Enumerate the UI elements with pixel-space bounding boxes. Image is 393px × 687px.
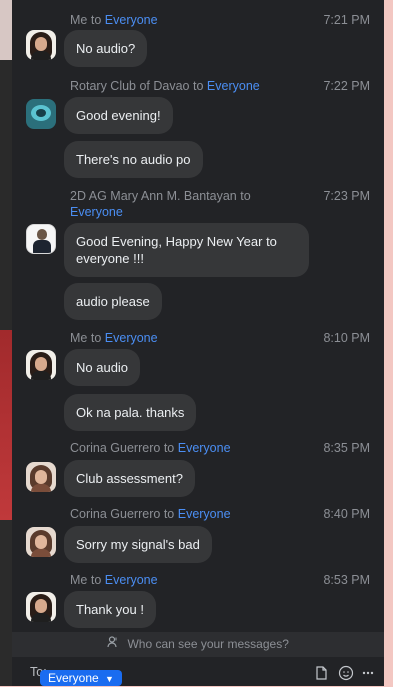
message-list[interactable]: Me to Everyone 7:21 PM No audio? Rotary … [12, 0, 384, 632]
chevron-down-icon: ▼ [105, 674, 114, 684]
sender-name: Me [70, 573, 88, 587]
user-privacy-icon [107, 632, 119, 657]
message-bubble[interactable]: No audio? [64, 30, 148, 67]
background-edge [384, 0, 393, 686]
message-bubble[interactable]: No audio [64, 349, 141, 386]
timestamp: 7:22 PM [323, 79, 370, 93]
recipient-select[interactable]: Everyone ▼ [40, 670, 122, 686]
sender-name: Corina Guerrero [70, 507, 161, 521]
message-header: 2D AG Mary Ann M. Bantayan to Everyone [70, 188, 310, 220]
corina-avatar-icon [26, 462, 56, 492]
to-word: to [90, 331, 102, 345]
message-bubble[interactable]: Club assessment? [64, 460, 195, 497]
privacy-info-bar[interactable]: Who can see your messages? [12, 632, 384, 657]
user-avatar-icon [26, 592, 56, 622]
timestamp: 8:10 PM [323, 331, 370, 345]
message-bubble[interactable]: There's no audio po [64, 141, 203, 178]
to-word: to [163, 441, 175, 455]
message-header: Rotary Club of Davao to Everyone [70, 78, 310, 94]
message-header: Corina Guerrero to Everyone [70, 506, 310, 522]
user-avatar-icon [26, 30, 56, 60]
chat-panel: Me to Everyone 7:21 PM No audio? Rotary … [12, 0, 384, 686]
message-header: Me to Everyone [70, 330, 310, 346]
recipient-link[interactable]: Everyone [105, 331, 158, 345]
message-header: Me to Everyone [70, 12, 310, 28]
message-bubble[interactable]: Sorry my signal's bad [64, 526, 212, 563]
more-icon[interactable] [360, 665, 376, 681]
timestamp: 8:35 PM [323, 441, 370, 455]
mary-ann-avatar-icon [26, 224, 56, 254]
message-bubble[interactable]: Good Evening, Happy New Year to everyone… [64, 223, 309, 277]
recipient-link[interactable]: Everyone [105, 13, 158, 27]
message-bubble[interactable]: Good evening! [64, 97, 173, 134]
recipient-link[interactable]: Everyone [178, 441, 231, 455]
recipient-link[interactable]: Everyone [178, 507, 231, 521]
to-word: to [240, 189, 251, 203]
timestamp: 8:53 PM [323, 573, 370, 587]
message-bubble[interactable]: Ok na pala. thanks [64, 394, 197, 431]
user-avatar-icon [26, 350, 56, 380]
recipient-link[interactable]: Everyone [105, 573, 158, 587]
to-word: to [90, 13, 102, 27]
sender-name: Corina Guerrero [70, 441, 161, 455]
timestamp: 7:21 PM [323, 13, 370, 27]
timestamp: 7:23 PM [323, 189, 370, 203]
rotary-club-avatar-icon [26, 99, 56, 129]
corina-avatar-icon [26, 527, 56, 557]
message-header: Me to Everyone [70, 572, 310, 588]
message-bubble[interactable]: Thank you ! [64, 591, 156, 628]
background-video-strip [0, 0, 12, 686]
to-word: to [193, 79, 204, 93]
recipient-select-value[interactable]: Everyone [48, 671, 99, 685]
sender-name: Me [70, 331, 88, 345]
sender-name: Me [70, 13, 88, 27]
timestamp: 8:40 PM [323, 507, 370, 521]
to-word: to [163, 507, 175, 521]
file-icon[interactable] [313, 665, 329, 681]
recipient-link[interactable]: Everyone [70, 205, 123, 219]
message-bubble[interactable]: audio please [64, 283, 162, 320]
recipient-link[interactable]: Everyone [207, 79, 260, 93]
message-header: Corina Guerrero to Everyone [70, 440, 310, 456]
privacy-text[interactable]: Who can see your messages? [127, 637, 288, 651]
sender-name: 2D AG Mary Ann M. Bantayan [70, 189, 237, 203]
emoji-icon[interactable] [338, 665, 354, 681]
to-word: to [90, 573, 102, 587]
sender-name: Rotary Club of Davao [70, 79, 190, 93]
